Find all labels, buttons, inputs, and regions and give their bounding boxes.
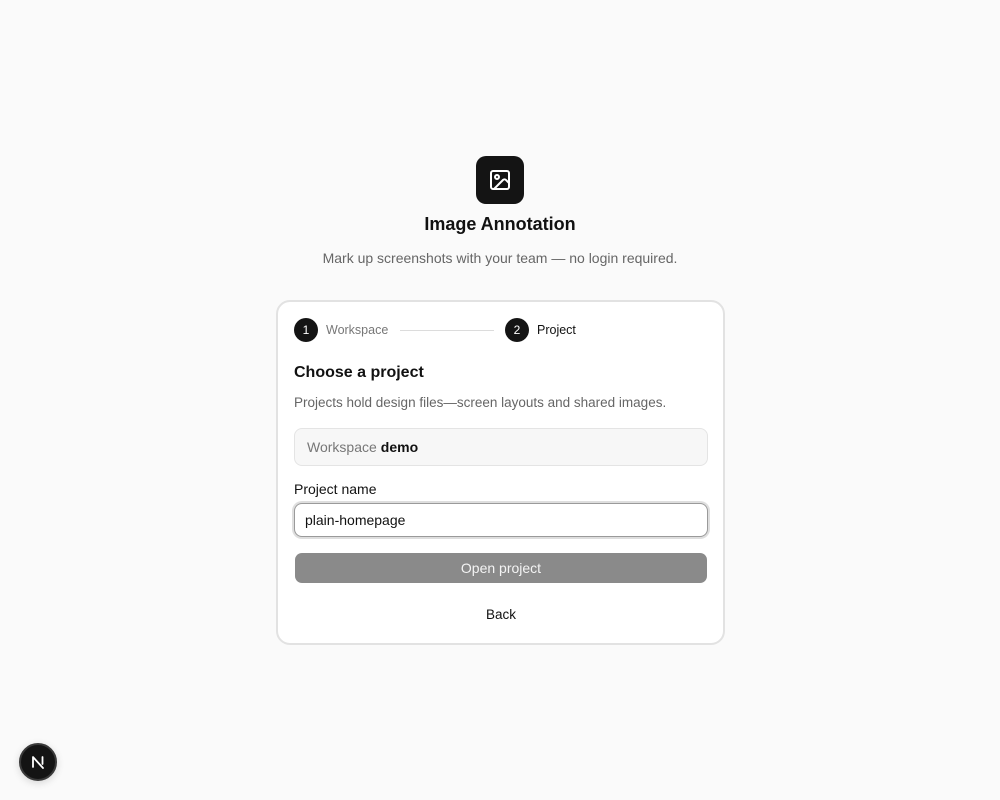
step-2-number: 2 <box>505 318 529 342</box>
workspace-name: demo <box>380 439 419 455</box>
app-subtitle: Mark up screenshots with your team — no … <box>322 250 678 266</box>
project-card: 1 Workspace 2 Project Choose a project P… <box>276 300 725 645</box>
open-project-button[interactable]: Open project <box>295 553 707 583</box>
page: Image Annotation Mark up screenshots wit… <box>0 0 1000 800</box>
stepper: 1 Workspace 2 Project <box>294 318 707 344</box>
back-button[interactable]: Back <box>295 602 707 626</box>
image-icon <box>476 156 524 204</box>
step-2-label: Project <box>537 323 576 337</box>
step-1-number: 1 <box>294 318 318 342</box>
step-connector <box>400 330 494 331</box>
nextjs-logo-icon[interactable] <box>19 743 57 781</box>
project-name-label: Project name <box>294 481 377 497</box>
project-name-input[interactable] <box>294 503 708 537</box>
section-title: Choose a project <box>294 364 424 381</box>
workspace-prefix: Workspace <box>307 439 377 455</box>
workspace-indicator: Workspace demo <box>294 428 708 466</box>
app-title: Image Annotation <box>424 214 576 234</box>
step-1-label: Workspace <box>326 323 389 337</box>
section-description: Projects hold design files—screen layout… <box>294 395 667 410</box>
